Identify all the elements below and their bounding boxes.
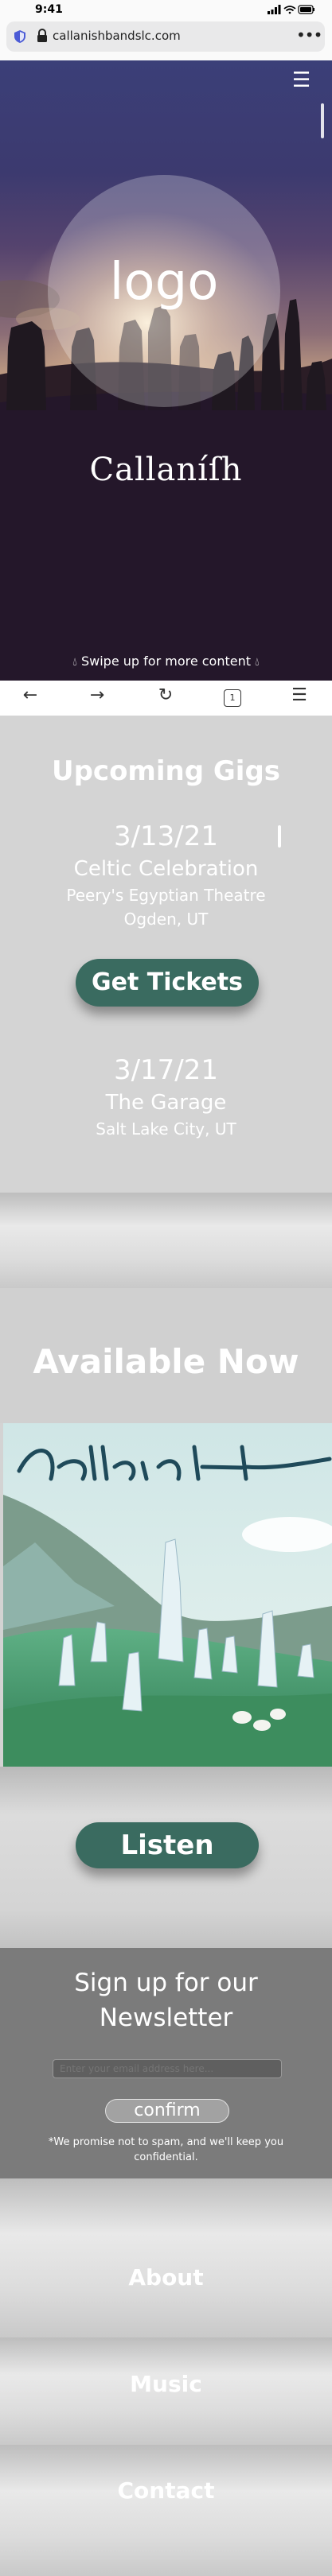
hero-scrollbar[interactable]	[321, 103, 324, 138]
menu-icon[interactable]: ☰	[283, 685, 315, 709]
newsletter-title-line: Newsletter	[99, 2004, 233, 2032]
gig-venue: Peery's Egyptian Theatre	[66, 886, 266, 905]
logo-placeholder: logo	[109, 253, 219, 312]
forward-arrow-icon[interactable]: →	[81, 685, 113, 709]
wifi-icon	[283, 6, 296, 14]
back-arrow-icon[interactable]: ←	[14, 685, 46, 709]
newsletter-title-line: Sign up for our	[74, 1969, 258, 1997]
listen-button[interactable]: Listen	[76, 1822, 259, 1868]
more-options-button[interactable]: •••	[296, 25, 322, 45]
confirm-button[interactable]: confirm	[105, 2099, 229, 2123]
band-name: Callaníſh	[89, 452, 243, 488]
battery-icon	[298, 5, 314, 14]
gigs-title: Upcoming Gigs	[51, 755, 281, 787]
drop-icon: 💧︎	[72, 656, 77, 669]
status-time: 9:41	[35, 3, 63, 16]
email-field[interactable]	[53, 2059, 282, 2078]
nav-band	[0, 2445, 332, 2576]
section-divider	[0, 1193, 332, 1288]
swipe-hint: 💧︎ Swipe up for more content 💧︎	[0, 654, 332, 669]
gig-city: Salt Lake City, UT	[96, 1119, 236, 1139]
hamburger-menu-icon[interactable]: ☰	[292, 68, 311, 92]
shield-icon[interactable]	[13, 29, 27, 44]
gig-date: 3/17/21	[113, 1054, 219, 1086]
drop-icon: 💧︎	[255, 656, 260, 669]
available-now-title: Available Now	[33, 1342, 299, 1381]
get-tickets-button[interactable]: Get Tickets	[76, 959, 259, 1007]
gig-name: Celtic Celebration	[73, 857, 259, 881]
album-cover-image	[3, 1423, 332, 1767]
gig-city: Ogden, UT	[123, 910, 209, 929]
url-text[interactable]: callanishbandslc.com	[53, 29, 181, 43]
gig-name: The Garage	[105, 1091, 227, 1115]
swipe-hint-text: Swipe up for more content	[80, 654, 252, 669]
tabs-button[interactable]: 1	[217, 685, 248, 709]
status-icons	[268, 4, 315, 15]
signal-icon	[268, 5, 281, 14]
newsletter-title: Sign up for our Newsletter	[0, 1965, 332, 2035]
nav-link-music[interactable]: Music	[0, 2371, 332, 2397]
newsletter-note: *We promise not to spam, and we'll keep …	[48, 2136, 284, 2163]
gig-date: 3/13/21	[113, 821, 219, 852]
tab-count: 1	[224, 689, 241, 707]
nav-link-contact[interactable]: Contact	[0, 2477, 332, 2504]
reload-icon[interactable]: ↻	[150, 685, 182, 709]
nav-band	[0, 2178, 332, 2337]
lock-icon	[37, 29, 48, 43]
nav-link-about[interactable]: About	[0, 2264, 332, 2291]
